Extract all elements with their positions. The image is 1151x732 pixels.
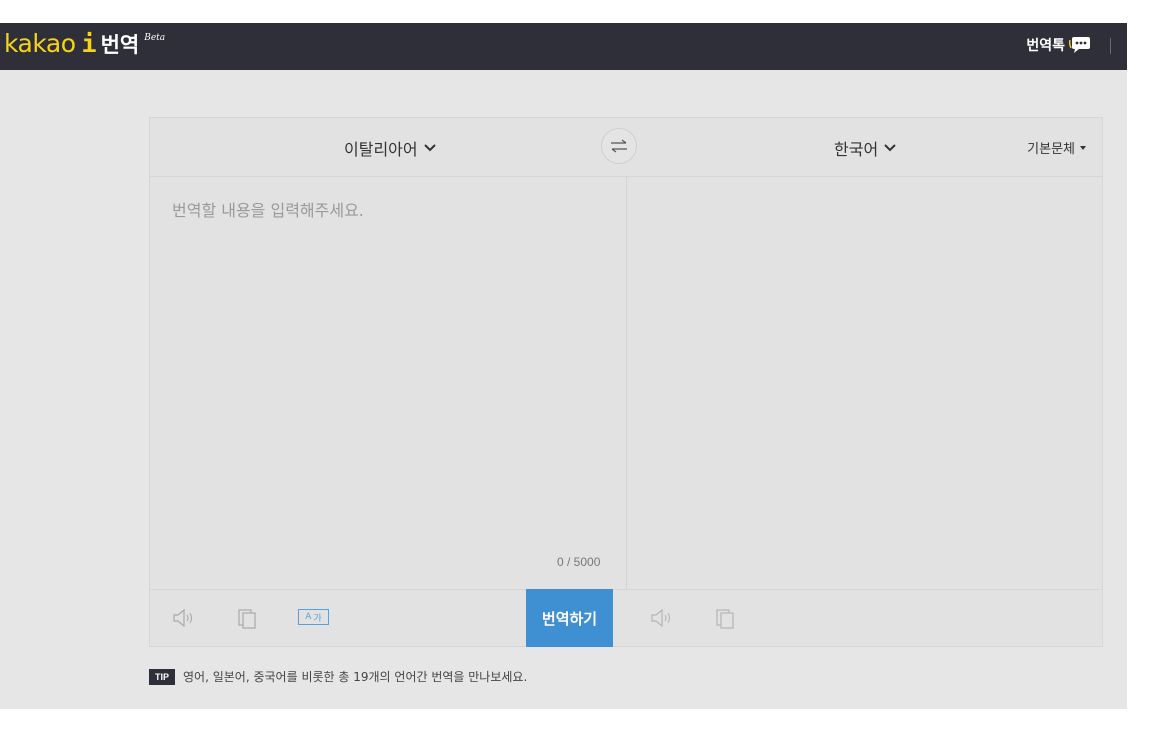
translation-output (627, 177, 1103, 589)
speech-bubble-icon (1069, 37, 1090, 53)
tip-banner: TIP 영어, 일본어, 중국어를 비롯한 총 19개의 언어간 번역을 만나보… (149, 668, 527, 685)
tip-badge: TIP (149, 668, 176, 685)
caret-down-icon (1080, 145, 1086, 150)
logo-i-text: i (81, 29, 97, 58)
copy-icon[interactable] (237, 609, 257, 629)
font-style-select[interactable]: 기본문체 (1027, 138, 1086, 157)
copy-icon[interactable] (715, 609, 735, 629)
speaker-icon[interactable] (650, 609, 674, 627)
source-language-select[interactable]: 이탈리아어 (344, 136, 436, 160)
translate-button[interactable]: 번역하기 (526, 589, 613, 647)
swap-arrows-icon (611, 139, 627, 153)
character-count: 0 / 5000 (557, 555, 601, 569)
kakao-i-translate-logo[interactable]: kakao i 번역 Beta (4, 29, 165, 63)
chevron-down-icon (423, 144, 436, 152)
beta-label: Beta (144, 33, 166, 43)
font-toggle-icon[interactable]: A 가 (298, 609, 329, 625)
tip-text: 영어, 일본어, 중국어를 비롯한 총 19개의 언어간 번역을 만나보세요. (183, 670, 528, 684)
source-text-input[interactable] (150, 177, 626, 589)
speaker-icon[interactable] (172, 609, 196, 627)
font-style-label: 기본문체 (1027, 142, 1075, 157)
chevron-down-icon (884, 144, 896, 152)
target-language-select[interactable]: 한국어 (834, 136, 896, 160)
swap-languages-button[interactable] (601, 128, 637, 164)
top-navigation-bar: kakao i 번역 Beta 번역톡 (0, 23, 1127, 70)
language-bar: 이탈리아어 한국어 기본문체 (150, 118, 1102, 177)
translator-panel: 이탈리아어 한국어 기본문체 번역할 내용을 입력해주세요. 0 / 5000 … (149, 117, 1103, 647)
font-toggle-a: A (305, 612, 312, 622)
logo-title: 번역 (100, 33, 140, 57)
logo-kakao-text: kakao (4, 29, 76, 58)
target-language-label: 한국어 (834, 140, 879, 159)
app-frame: kakao i 번역 Beta 번역톡 이탈리아어 한국어 기본문체 번역할 내… (0, 23, 1127, 709)
action-bar: A 가 번역하기 (150, 589, 1102, 647)
translate-talk-label: 번역톡 (1026, 38, 1065, 54)
font-toggle-ga: 가 (313, 613, 322, 624)
source-language-label: 이탈리아어 (344, 140, 418, 159)
header-divider (1110, 38, 1111, 54)
translate-talk-link[interactable]: 번역톡 (1026, 35, 1091, 55)
